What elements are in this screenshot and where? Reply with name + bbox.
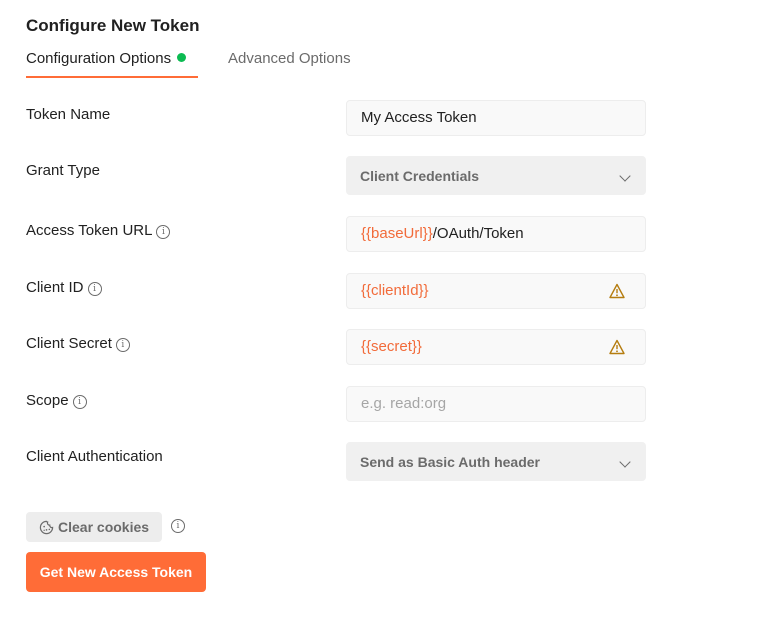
client-id-label-text: Client ID xyxy=(26,279,84,296)
active-tab-indicator xyxy=(26,76,198,78)
chevron-down-icon xyxy=(619,456,631,468)
url-path: /OAuth/Token xyxy=(432,225,524,242)
tab-configuration-options[interactable]: Configuration Options xyxy=(26,50,187,67)
scope-placeholder: e.g. read:org xyxy=(361,395,447,412)
client-id-variable: {{clientId}} xyxy=(361,282,429,299)
scope-row: Scope i e.g. read:org xyxy=(0,386,771,424)
client-id-label: Client ID i xyxy=(26,279,102,296)
clear-cookies-label: Clear cookies xyxy=(58,519,150,535)
page-title: Configure New Token xyxy=(26,16,200,35)
access-token-url-label-text: Access Token URL xyxy=(26,222,153,239)
access-token-url-label: Access Token URL i xyxy=(26,222,171,239)
token-name-value: My Access Token xyxy=(361,109,477,126)
client-authentication-select[interactable]: Send as Basic Auth header xyxy=(346,442,646,481)
tab-label: Configuration Options xyxy=(26,50,172,67)
get-new-access-token-button[interactable]: Get New Access Token xyxy=(26,552,206,592)
info-icon[interactable]: i xyxy=(115,338,130,352)
tab-advanced-options[interactable]: Advanced Options xyxy=(228,50,351,67)
client-id-input[interactable]: {{clientId}} xyxy=(346,273,646,309)
token-name-input[interactable]: My Access Token xyxy=(346,100,646,136)
client-secret-label: Client Secret i xyxy=(26,335,130,352)
info-icon[interactable]: i xyxy=(171,519,185,533)
client-secret-input[interactable]: {{secret}} xyxy=(346,329,646,365)
client-authentication-label: Client Authentication xyxy=(26,448,163,465)
grant-type-label: Grant Type xyxy=(26,162,100,179)
status-dot-icon xyxy=(177,53,187,62)
access-token-url-row: Access Token URL i {{baseUrl}}/OAuth/Toke… xyxy=(0,216,771,254)
client-secret-row: Client Secret i {{secret}} xyxy=(0,329,771,367)
grant-type-row: Grant Type Client Credentials xyxy=(0,156,771,195)
client-authentication-row: Client Authentication Send as Basic Auth… xyxy=(0,442,771,481)
info-icon[interactable]: i xyxy=(156,225,171,239)
warning-icon[interactable] xyxy=(609,283,625,299)
client-secret-variable: {{secret}} xyxy=(361,338,422,355)
token-name-row: Token Name My Access Token xyxy=(0,100,771,138)
cookie-icon xyxy=(39,520,54,535)
client-secret-label-text: Client Secret xyxy=(26,335,112,352)
info-icon[interactable]: i xyxy=(72,395,87,409)
token-name-label: Token Name xyxy=(26,106,111,123)
info-icon[interactable]: i xyxy=(87,282,102,296)
access-token-url-input[interactable]: {{baseUrl}}/OAuth/Token xyxy=(346,216,646,252)
scope-label: Scope i xyxy=(26,392,87,409)
chevron-down-icon xyxy=(619,170,631,182)
client-authentication-value: Send as Basic Auth header xyxy=(360,454,540,470)
scope-input[interactable]: e.g. read:org xyxy=(346,386,646,422)
grant-type-select[interactable]: Client Credentials xyxy=(346,156,646,195)
scope-label-text: Scope xyxy=(26,392,69,409)
client-id-row: Client ID i {{clientId}} xyxy=(0,273,771,311)
grant-type-value: Client Credentials xyxy=(360,168,480,184)
warning-icon[interactable] xyxy=(609,339,625,355)
base-url-variable: {{baseUrl}} xyxy=(361,225,433,242)
clear-cookies-button[interactable]: Clear cookies xyxy=(26,512,162,542)
